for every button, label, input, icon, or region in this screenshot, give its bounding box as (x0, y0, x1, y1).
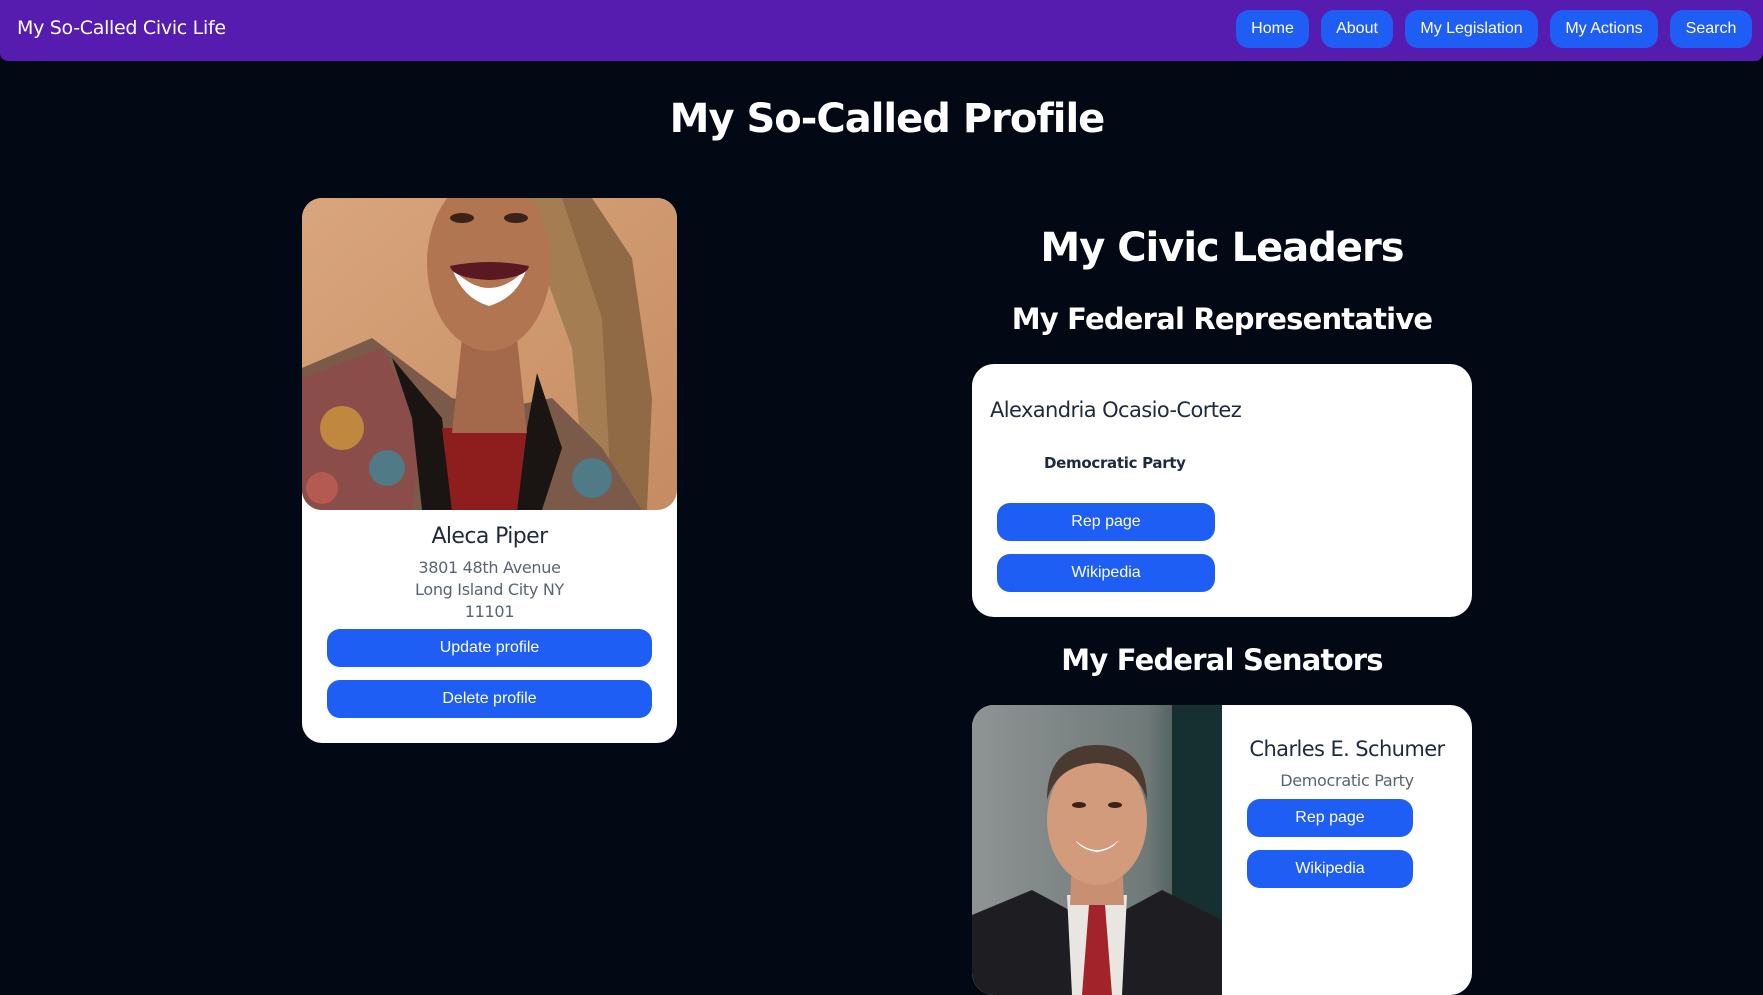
navbar: My So-Called Civic Life Home About My Le… (0, 0, 1763, 61)
nav-my-actions-button[interactable]: My Actions (1550, 10, 1658, 48)
address-line-2: Long Island City NY (415, 580, 564, 599)
representative-name: Alexandria Ocasio-Cortez (990, 398, 1242, 422)
nav-search-button[interactable]: Search (1670, 10, 1752, 48)
federal-senators-title: My Federal Senators (1061, 643, 1383, 677)
profile-name: Aleca Piper (431, 524, 548, 549)
nav-about-button[interactable]: About (1321, 10, 1393, 48)
delete-profile-button[interactable]: Delete profile (327, 680, 652, 718)
senator-photo (972, 705, 1222, 995)
senator-name: Charles E. Schumer (1249, 737, 1445, 761)
brand-title[interactable]: My So-Called Civic Life (17, 17, 226, 39)
senator-party: Democratic Party (1280, 771, 1414, 790)
rep-wikipedia-button[interactable]: Wikipedia (997, 554, 1215, 592)
representative-card: Alexandria Ocasio-Cortez Democratic Part… (972, 364, 1472, 617)
nav-my-legislation-button[interactable]: My Legislation (1405, 10, 1538, 48)
user-photo-icon (302, 198, 677, 510)
address-line-1: 3801 48th Avenue (418, 558, 561, 577)
representative-party: Democratic Party (1044, 454, 1186, 472)
senator-wikipedia-button[interactable]: Wikipedia (1247, 850, 1413, 888)
senator-card: Charles E. Schumer Democratic Party Rep … (972, 705, 1472, 995)
update-profile-button[interactable]: Update profile (327, 629, 652, 667)
address-line-3: 11101 (464, 602, 515, 621)
federal-representative-title: My Federal Representative (1011, 302, 1433, 336)
profile-card: Aleca Piper 3801 48th Avenue Long Island… (302, 198, 677, 743)
senator-photo-icon (972, 705, 1222, 995)
nav-home-button[interactable]: Home (1236, 10, 1309, 48)
civic-leaders-title: My Civic Leaders (1040, 225, 1404, 271)
senator-rep-page-button[interactable]: Rep page (1247, 799, 1413, 837)
rep-page-button[interactable]: Rep page (997, 503, 1215, 541)
page-title: My So-Called Profile (669, 96, 1106, 142)
profile-photo (302, 198, 677, 510)
